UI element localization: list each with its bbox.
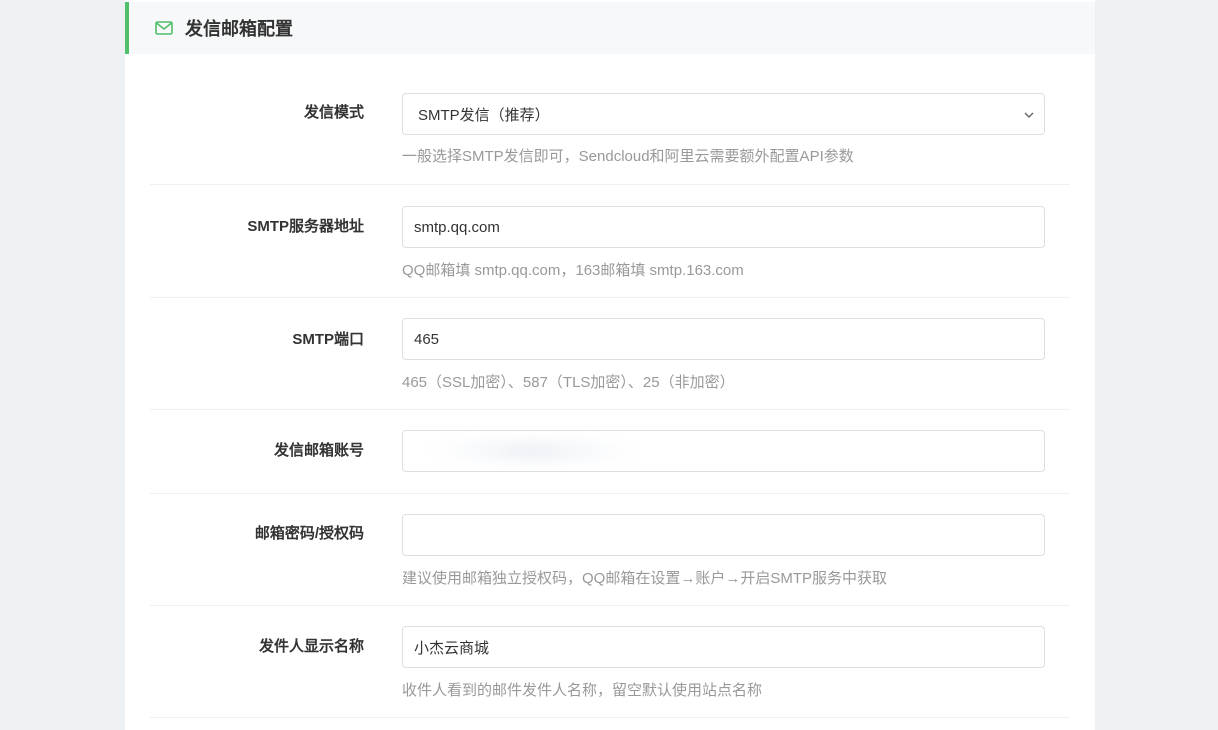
smtp-host-label: SMTP服务器地址 — [247, 218, 364, 235]
send-mode-label: 发信模式 — [303, 104, 364, 121]
smtp-port-hint: 465（SSL加密）、587（TLS加密）、25（非加密） — [402, 374, 735, 391]
smtp-port-input[interactable]: 465 — [402, 318, 1045, 360]
section-header: 发信邮箱配置 — [125, 2, 1095, 54]
form-row-sender-account: 发信邮箱账号 — [150, 410, 1070, 494]
email-config-card: 发信邮箱配置 发信模式 SMTP发信（推荐） 一般选择SMTP发信即可，Send… — [125, 0, 1095, 730]
sender-name-label: 发件人显示名称 — [258, 638, 364, 655]
sender-account-input[interactable] — [402, 430, 1045, 472]
form-row-sender-name: 发件人显示名称 小杰云商城 收件人看到的邮件发件人名称，留空默认使用站点名称 — [150, 606, 1070, 718]
chevron-down-icon — [1023, 108, 1035, 120]
send-mode-hint: 一般选择SMTP发信即可，Sendcloud和阿里云需要额外配置API参数 — [402, 148, 854, 165]
form-row-send-mode: 发信模式 SMTP发信（推荐） 一般选择SMTP发信即可，Sendcloud和阿… — [150, 84, 1070, 185]
smtp-port-value: 465 — [414, 330, 440, 348]
redacted-blur — [433, 441, 633, 461]
smtp-host-value: smtp.qq.com — [414, 218, 500, 236]
form-row-smtp-host: SMTP服务器地址 smtp.qq.com QQ邮箱填 smtp.qq.com，… — [150, 185, 1070, 298]
form-row-password: 邮箱密码/授权码 建议使用邮箱独立授权码，QQ邮箱在设置→账户→开启SMTP服务… — [150, 494, 1070, 606]
sender-account-label: 发信邮箱账号 — [273, 442, 364, 459]
form-row-smtp-port: SMTP端口 465 465（SSL加密）、587（TLS加密）、25（非加密） — [150, 298, 1070, 410]
smtp-host-hint: QQ邮箱填 smtp.qq.com，163邮箱填 smtp.163.com — [402, 262, 744, 279]
sender-name-input[interactable]: 小杰云商城 — [402, 626, 1045, 668]
password-label: 邮箱密码/授权码 — [254, 525, 364, 542]
smtp-port-label: SMTP端口 — [292, 331, 364, 348]
password-hint: 建议使用邮箱独立授权码，QQ邮箱在设置→账户→开启SMTP服务中获取 — [402, 570, 888, 587]
sender-name-value: 小杰云商城 — [414, 639, 490, 657]
send-mode-value: SMTP发信（推荐） — [418, 106, 550, 124]
send-mode-select[interactable]: SMTP发信（推荐） — [402, 93, 1045, 135]
smtp-host-input[interactable]: smtp.qq.com — [402, 206, 1045, 248]
mail-icon — [155, 21, 173, 35]
sender-name-hint: 收件人看到的邮件发件人名称，留空默认使用站点名称 — [402, 682, 763, 699]
section-title: 发信邮箱配置 — [185, 19, 293, 39]
password-input[interactable] — [402, 514, 1045, 556]
